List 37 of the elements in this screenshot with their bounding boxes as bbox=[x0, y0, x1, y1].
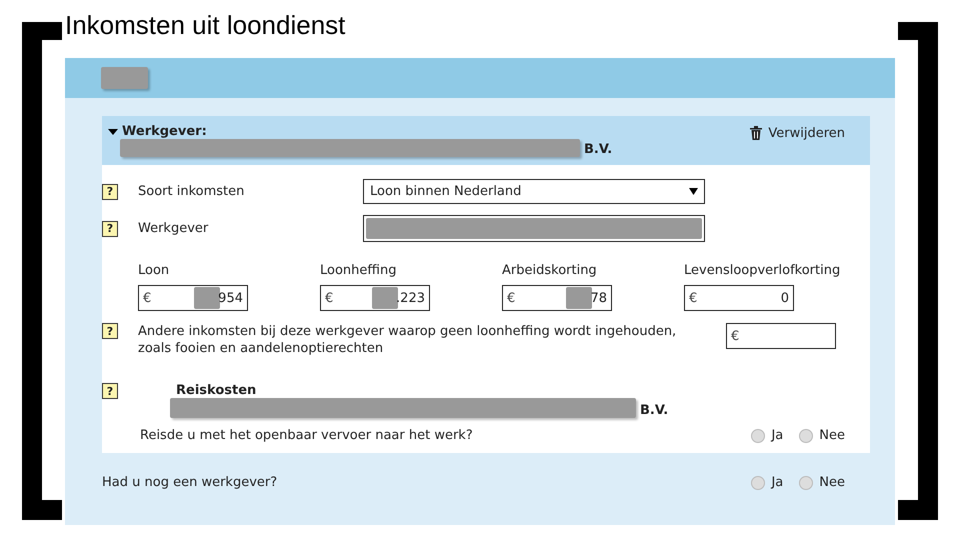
field-label: Werkgever bbox=[138, 221, 210, 236]
amount-field[interactable]: € bbox=[726, 323, 836, 349]
redaction-bar bbox=[372, 287, 398, 309]
help-icon[interactable]: ? bbox=[102, 323, 118, 339]
help-icon[interactable]: ? bbox=[102, 220, 118, 236]
section-heading: Reiskosten bbox=[176, 383, 258, 398]
delete-button[interactable]: Verwijderen bbox=[750, 124, 845, 142]
amount-field[interactable]: € .223 bbox=[320, 285, 430, 311]
caret-icon bbox=[689, 188, 698, 195]
expand-icon[interactable] bbox=[108, 128, 118, 136]
question-text: Reisde u met het openbaar vervoer naar het werk? bbox=[140, 428, 473, 443]
amount-label: Loon bbox=[138, 263, 170, 278]
question-text: Had u nog een werkgever? bbox=[102, 475, 278, 490]
input-field[interactable] bbox=[363, 215, 705, 242]
amount-field[interactable]: € 0 bbox=[684, 285, 794, 311]
radio-option[interactable]: Nee bbox=[799, 475, 845, 490]
page-title: Inkomsten uit loondienst bbox=[65, 10, 346, 42]
radio-option[interactable]: Ja bbox=[751, 428, 784, 443]
help-icon[interactable]: ? bbox=[102, 383, 118, 399]
help-icon[interactable]: ? bbox=[102, 184, 118, 200]
field-label: Andere inkomsten bij deze werkgever waarop geen loonheffing wordt ingehouden, zoals fooien en aandelenoptierechten bbox=[138, 323, 678, 357]
employer-label: Werkgever: bbox=[122, 124, 207, 139]
radio-option[interactable]: Nee bbox=[799, 428, 845, 443]
select-field[interactable]: Loon binnen Nederland bbox=[363, 179, 705, 204]
radio-option[interactable]: Ja bbox=[751, 475, 784, 490]
redaction-bar bbox=[194, 287, 220, 309]
company-suffix: B.V. bbox=[640, 403, 668, 418]
field-label: Soort inkomsten bbox=[138, 184, 246, 199]
amount-field[interactable]: € 78 bbox=[502, 285, 612, 311]
company-suffix: B.V. bbox=[584, 142, 612, 157]
amount-label: Arbeidskorting bbox=[502, 263, 598, 278]
redaction-bar bbox=[566, 287, 592, 309]
amount-label: Levensloopverlofkorting bbox=[684, 263, 842, 278]
redaction-bar bbox=[101, 67, 148, 89]
amount-label: Loonheffing bbox=[320, 263, 398, 278]
trash-icon bbox=[750, 126, 762, 140]
amount-field[interactable]: € 954 bbox=[138, 285, 248, 311]
